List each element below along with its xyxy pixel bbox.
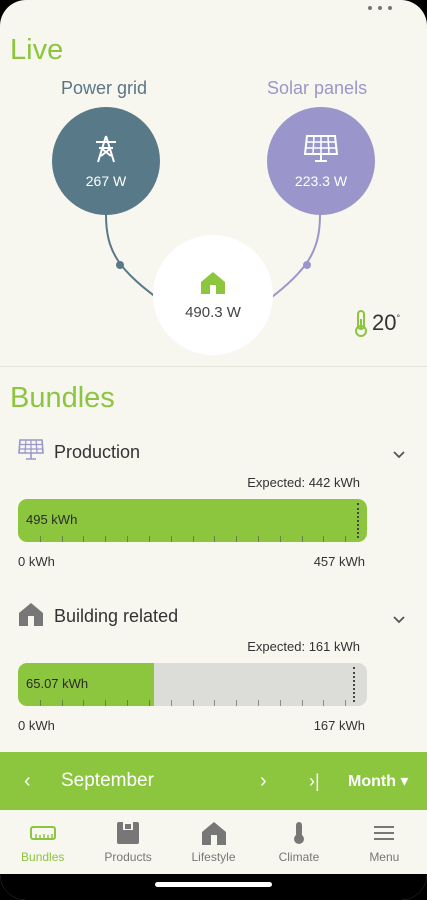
bar-tick [83, 536, 85, 542]
bundle-header-building[interactable]: Building related [18, 602, 178, 631]
bundle-label-production: Production [54, 442, 141, 462]
bar-tick [192, 700, 194, 706]
solar-value: 223.3 W [294, 172, 348, 189]
nav-label: Menu [369, 850, 400, 864]
bar-tick [127, 536, 129, 542]
app-screen: Live Power grid Solar panels 267 W 223.3… [0, 0, 427, 900]
temperature-unit: ° [396, 313, 401, 323]
bar-tick [61, 700, 63, 706]
bar-tick [214, 536, 216, 542]
bundle-label-building: Building related [54, 606, 179, 626]
thermometer-icon [354, 310, 368, 343]
production-progress-bar: 495 kWh [18, 499, 367, 542]
bar-tick [301, 536, 303, 542]
house-icon [199, 270, 227, 298]
previous-period-button[interactable]: ‹ [24, 770, 31, 793]
nav-label: Bundles [21, 850, 65, 864]
bottom-navigation: Bundles Products Lifestyle Climate Menu [0, 810, 427, 874]
bar-tick [39, 536, 41, 542]
bar-tick [257, 700, 259, 706]
bundle-header-production[interactable]: Production [18, 438, 140, 467]
house-icon [201, 820, 227, 846]
period-label[interactable]: September [61, 770, 154, 792]
bar-tick [105, 536, 107, 542]
temperature-display[interactable]: 20 ° [354, 310, 400, 343]
bar-tick [83, 700, 85, 706]
nav-products[interactable]: Products [85, 810, 170, 874]
building-progress-bar: 65.07 kWh [18, 663, 367, 706]
nav-label: Climate [278, 850, 320, 864]
bar-tick [323, 700, 325, 706]
building-value: 65.07 kWh [26, 676, 89, 691]
bar-tick [170, 700, 172, 706]
bar-tick [214, 700, 216, 706]
solar-panels-circle[interactable]: 223.3 W [267, 107, 375, 215]
production-axis-max: 457 kWh [313, 554, 365, 569]
nav-label: Products [104, 850, 152, 864]
bar-ticks [18, 534, 367, 542]
bar-tick [236, 536, 238, 542]
bar-tick [279, 536, 281, 542]
bar-tick [301, 700, 303, 706]
power-pylon-icon [92, 134, 120, 167]
production-value: 495 kWh [26, 512, 78, 527]
bar-tick [345, 536, 347, 542]
building-axis-min: 0 kWh [18, 718, 55, 733]
chevron-down-icon[interactable] [393, 611, 405, 624]
grid-value: 267 W [85, 172, 127, 189]
section-divider [0, 366, 427, 367]
gesture-bar [0, 874, 427, 900]
expected-production: Expected: 442 kWh [247, 475, 360, 490]
expected-building: Expected: 161 kWh [247, 639, 360, 654]
production-axis-min: 0 kWh [18, 554, 55, 569]
bar-tick [148, 700, 150, 706]
bar-tick [170, 536, 172, 542]
bar-tick [345, 700, 347, 706]
expected-marker [356, 503, 359, 538]
house-icon [18, 602, 44, 631]
expected-marker [353, 667, 356, 702]
bar-tick [323, 536, 325, 542]
period-selector: ‹ September › ›| Month ▾ [0, 752, 427, 810]
bundles-title: Bundles [10, 382, 115, 414]
bundles-meter-icon [29, 820, 56, 846]
thermometer-icon [293, 820, 305, 846]
home-consumption-circle[interactable]: 490.3 W [153, 235, 273, 355]
nav-menu[interactable]: Menu [342, 810, 427, 874]
bar-tick [105, 700, 107, 706]
bar-tick [279, 700, 281, 706]
bar-tick [61, 536, 63, 542]
chevron-down-icon[interactable] [393, 446, 405, 459]
building-axis-max: 167 kWh [313, 718, 365, 733]
bar-tick [236, 700, 238, 706]
temperature-value: 20 [372, 310, 397, 335]
menu-icon [373, 820, 395, 846]
nav-lifestyle[interactable]: Lifestyle [171, 810, 256, 874]
products-icon [116, 820, 140, 846]
home-value: 490.3 W [185, 303, 241, 321]
nav-label: Lifestyle [191, 850, 236, 864]
nav-climate[interactable]: Climate [256, 810, 341, 874]
bar-tick [39, 700, 41, 706]
solar-panel-icon [18, 438, 44, 467]
bar-ticks [18, 698, 367, 706]
next-period-button[interactable]: › [260, 770, 267, 793]
home-indicator-pill [155, 882, 272, 887]
bar-tick [127, 700, 129, 706]
solar-panel-icon [303, 134, 339, 167]
power-grid-circle[interactable]: 267 W [52, 107, 160, 215]
last-period-button[interactable]: ›| [309, 771, 320, 792]
bar-tick [257, 536, 259, 542]
bar-tick [192, 536, 194, 542]
bar-tick [148, 536, 150, 542]
nav-bundles[interactable]: Bundles [0, 810, 85, 874]
period-mode-dropdown[interactable]: Month ▾ [348, 771, 408, 791]
